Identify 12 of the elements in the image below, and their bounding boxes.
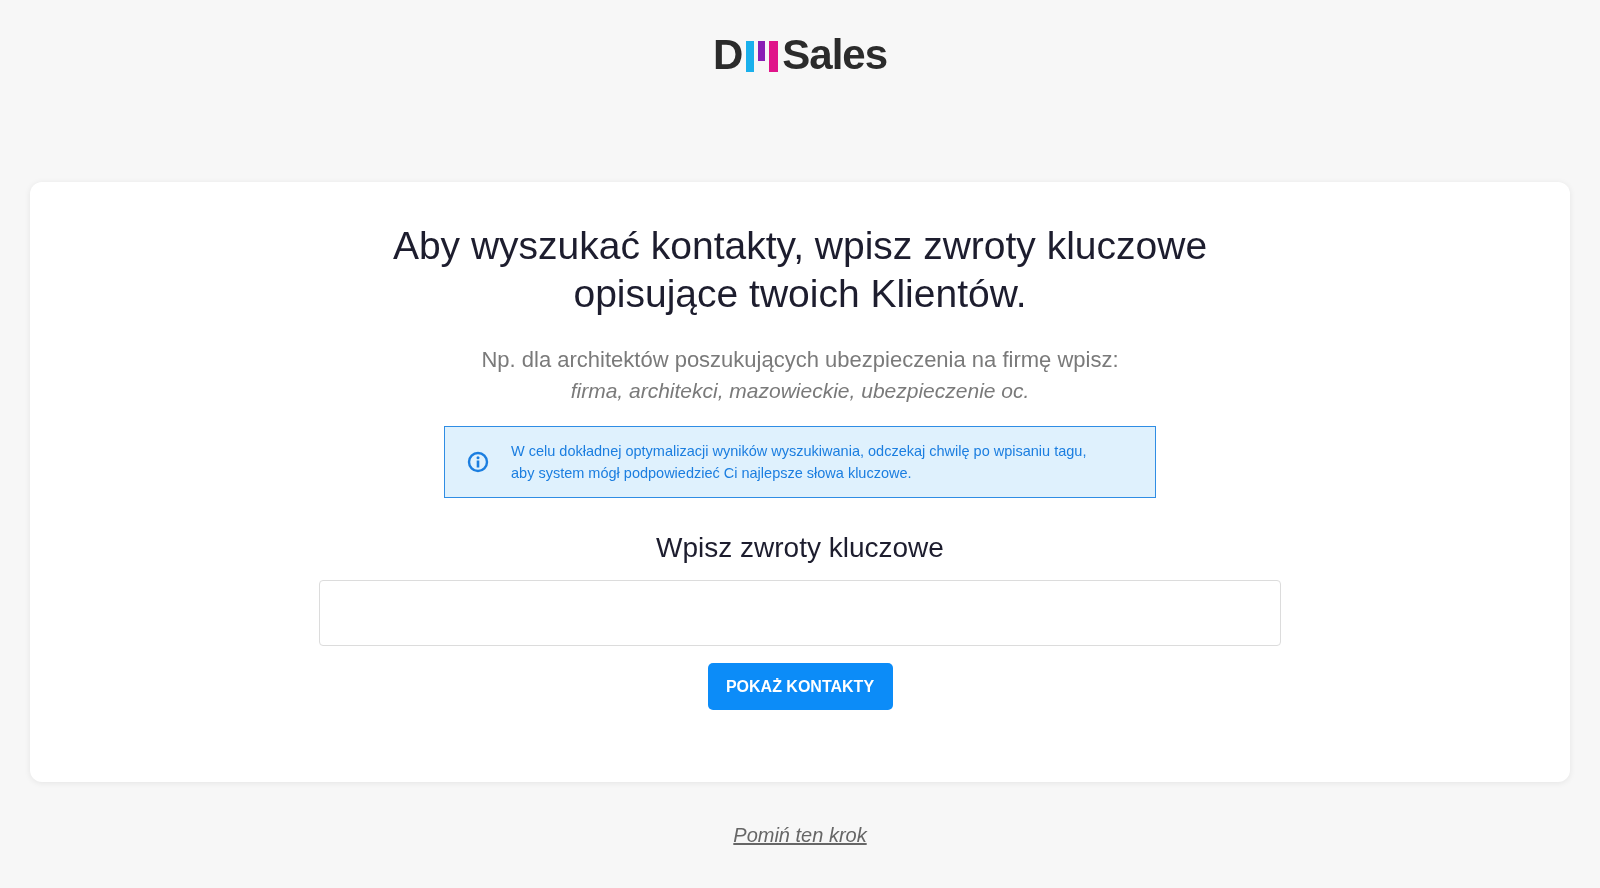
logo-text: Sales (782, 34, 888, 76)
logo-bars-icon (744, 38, 781, 72)
example-keywords: firma, architekci, mazowieckie, ubezpieczenie oc. (570, 378, 1030, 404)
page-heading: Aby wyszukać kontakty, wpisz zwroty kluczowe opisujące twoich Klientów. (392, 223, 1208, 317)
show-contacts-button[interactable]: POKAŻ KONTAKTY (707, 663, 893, 710)
logo-text: D (712, 34, 743, 76)
keywords-input-field[interactable] (319, 580, 1281, 646)
field-label: Wpisz zwroty kluczowe (656, 532, 944, 564)
info-icon (467, 451, 489, 473)
example-text: Np. dla architektów poszukujących ubezpieczenia na firmę wpisz: (481, 346, 1119, 374)
info-text: W celu dokładnej optymalizacji wyników wyszukiwania, odczekaj chwilę po wpisaniu tagu, aby system mógł podpowiedzieć Ci najlepsze słowa kluczowe. (511, 442, 1087, 483)
skip-link[interactable]: Pomiń ten krok (733, 824, 867, 847)
